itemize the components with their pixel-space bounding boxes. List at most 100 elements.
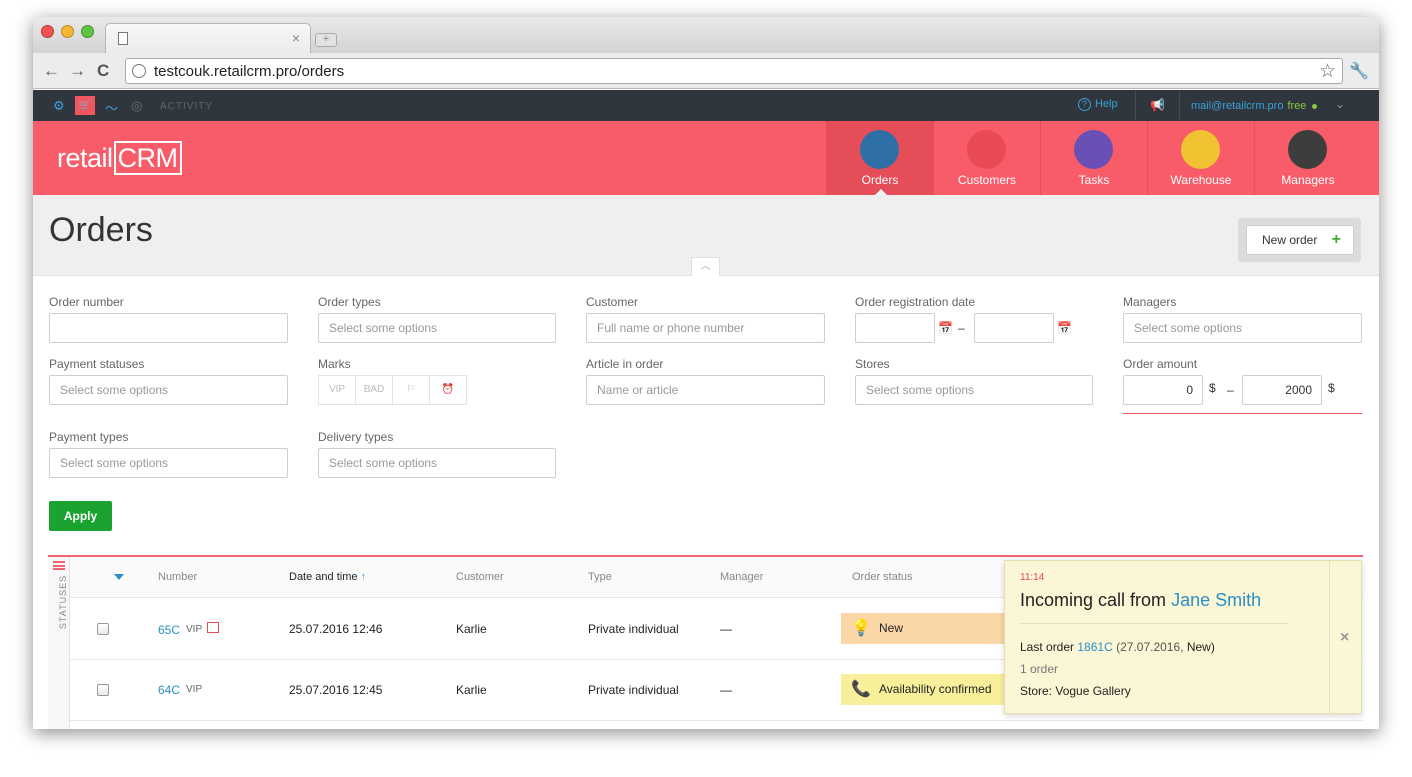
manager-cell: — — [720, 622, 732, 636]
calendar-icon[interactable]: 📅 — [1057, 321, 1072, 335]
app-topbar: ⚙ 🛒 〜 ◎ ACTIVITY ? Help 📢 mail@retailcrm.… — [33, 90, 1379, 121]
col-type[interactable]: Type — [588, 571, 612, 583]
page-icon — [118, 32, 128, 45]
marks-label: Marks — [318, 357, 351, 371]
col-date[interactable]: Date and time ↑ — [289, 571, 366, 583]
activity-label[interactable]: ACTIVITY — [160, 101, 213, 112]
browser-tab[interactable]: × — [105, 23, 311, 53]
date-cell: 25.07.2016 12:45 — [289, 683, 383, 697]
chevron-down-icon[interactable]: ⌄ — [1335, 97, 1345, 111]
megaphone-icon[interactable]: 📢 — [1150, 98, 1165, 112]
order-link[interactable]: 64C — [158, 683, 180, 697]
row-checkbox[interactable] — [97, 684, 109, 696]
order-amount-label: Order amount — [1123, 357, 1198, 371]
col-date-label: Date and time — [289, 571, 358, 583]
customers-person-icon — [967, 130, 1006, 169]
cart-icon[interactable]: 🛒 — [75, 96, 95, 115]
popup-separator — [1020, 623, 1288, 624]
order-link[interactable]: 65C — [158, 623, 180, 637]
col-status[interactable]: Order status — [852, 571, 913, 583]
nav-managers[interactable]: Managers — [1254, 121, 1361, 195]
globe-icon — [132, 64, 146, 78]
apply-button[interactable]: Apply — [49, 501, 112, 531]
select-dropdown-icon[interactable] — [114, 574, 124, 580]
managers-label: Managers — [1123, 295, 1177, 309]
date-range-dash: – — [958, 321, 965, 335]
order-types-select[interactable]: Select some options — [318, 313, 556, 343]
payment-types-select[interactable]: Select some options — [49, 448, 288, 478]
calendar-icon[interactable]: 📅 — [938, 321, 953, 335]
last-order-status: New) — [1186, 640, 1215, 654]
article-input[interactable]: Name or article — [586, 375, 825, 405]
nav-orders[interactable]: Orders — [826, 121, 933, 195]
customer-input[interactable]: Full name or phone number — [586, 313, 825, 343]
hamburger-icon[interactable] — [53, 561, 65, 570]
order-types-label: Order types — [318, 295, 381, 309]
phone-icon: 📞 — [851, 681, 871, 698]
reg-date-to-input[interactable] — [974, 313, 1054, 343]
col-customer[interactable]: Customer — [456, 571, 504, 583]
mark-bad-toggle[interactable]: BAD — [355, 375, 393, 405]
nav-warehouse-label: Warehouse — [1170, 173, 1232, 187]
user-email: mail@retailcrm.pro — [1191, 100, 1284, 112]
flag-mark-icon — [207, 622, 220, 633]
wrench-icon[interactable]: 🔧 — [1349, 61, 1369, 81]
col-number[interactable]: Number — [158, 571, 197, 583]
customer-label: Customer — [586, 295, 639, 309]
order-amount-from-input[interactable]: 0 — [1123, 375, 1203, 405]
order-amount-to-input[interactable]: 2000 — [1242, 375, 1322, 405]
order-number-input[interactable] — [49, 313, 288, 343]
last-order-link[interactable]: 1861C — [1077, 640, 1112, 654]
status-badge[interactable]: 💡 New — [841, 613, 1011, 644]
amount-range-indicator — [1123, 413, 1362, 414]
bookmark-star-icon[interactable]: ☆ — [1319, 60, 1336, 83]
new-order-button[interactable]: New order + — [1246, 225, 1354, 255]
target-icon[interactable]: ◎ — [131, 98, 142, 114]
orders-cart-icon — [860, 130, 899, 169]
call-title-prefix: Incoming call from — [1020, 590, 1167, 610]
mark-flag-toggle[interactable]: ⚐ — [392, 375, 430, 405]
back-icon[interactable]: ← — [43, 62, 60, 80]
analytics-chart-icon[interactable]: 〜 — [105, 98, 118, 117]
row-checkbox[interactable] — [97, 623, 109, 635]
browser-window: × + ← → C testcouk.retailcrm.pro/orders … — [33, 17, 1379, 729]
nav-customers-label: Customers — [957, 173, 1016, 187]
close-window-button[interactable] — [41, 25, 54, 38]
plan-label: free — [1287, 100, 1307, 112]
user-account[interactable]: mail@retailcrm.pro free — [1191, 100, 1318, 112]
reg-date-from-input[interactable] — [855, 313, 935, 343]
zoom-window-button[interactable] — [81, 25, 94, 38]
stores-select[interactable]: Select some options — [855, 375, 1093, 405]
store-info: Store: Vogue Gallery — [1020, 684, 1131, 698]
nav-tasks[interactable]: Tasks — [1040, 121, 1147, 195]
reload-icon[interactable]: C — [97, 62, 109, 80]
nav-warehouse[interactable]: Warehouse — [1147, 121, 1254, 195]
currency-symbol: $ — [1328, 381, 1335, 395]
payment-statuses-select[interactable]: Select some options — [49, 375, 288, 405]
minimize-window-button[interactable] — [61, 25, 74, 38]
flag-icon: ⚐ — [406, 384, 416, 395]
close-icon[interactable]: × — [1340, 629, 1349, 647]
collapse-filters-button[interactable]: ︿ — [691, 257, 720, 276]
mark-vip-toggle[interactable]: VIP — [318, 375, 356, 405]
col-manager[interactable]: Manager — [720, 571, 763, 583]
tasks-list-icon — [1074, 130, 1113, 169]
help-link[interactable]: ? Help — [1078, 98, 1118, 111]
statuses-sidebar[interactable]: STATUSES — [48, 557, 70, 729]
caller-name-link[interactable]: Jane Smith — [1171, 590, 1261, 610]
date-cell: 25.07.2016 12:46 — [289, 622, 383, 636]
incoming-call-popup[interactable]: 11:14 Incoming call from Jane Smith Last… — [1004, 560, 1362, 715]
payment-statuses-label: Payment statuses — [49, 357, 145, 371]
address-bar[interactable]: testcouk.retailcrm.pro/orders ☆ — [125, 58, 1343, 84]
type-cell: Private individual — [588, 622, 679, 636]
forward-icon[interactable]: → — [69, 62, 86, 80]
mark-alarm-toggle[interactable]: ⏰ — [429, 375, 467, 405]
managers-select[interactable]: Select some options — [1123, 313, 1362, 343]
delivery-types-select[interactable]: Select some options — [318, 448, 556, 478]
new-tab-button[interactable]: + — [315, 33, 337, 47]
tab-close-icon[interactable]: × — [292, 30, 300, 46]
retailcrm-logo[interactable]: retail CRM — [57, 141, 182, 175]
settings-gear-icon[interactable]: ⚙ — [53, 98, 65, 114]
nav-customers[interactable]: Customers — [933, 121, 1040, 195]
vip-badge: VIP — [186, 624, 203, 635]
